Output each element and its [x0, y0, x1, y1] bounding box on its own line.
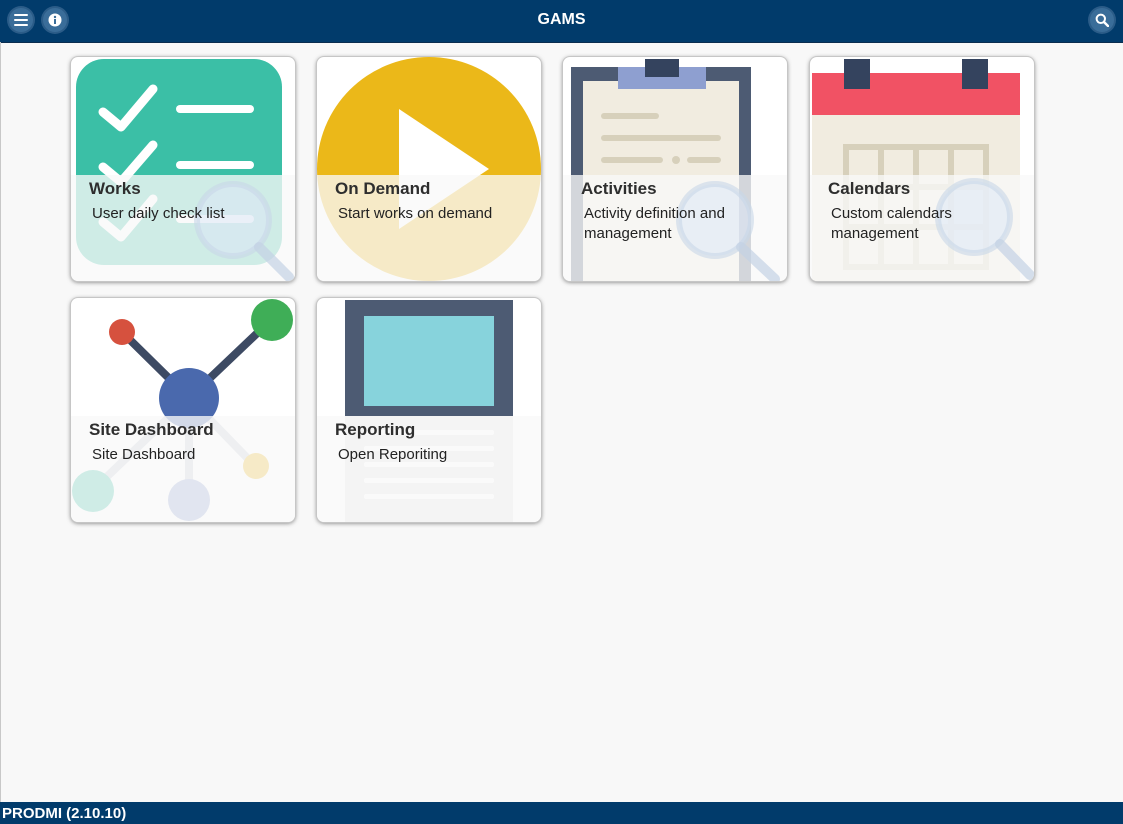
status-bar: PRODMI (2.10.10) [0, 802, 1123, 824]
tile-calendars[interactable]: Calendars Custom calendars management [810, 57, 1034, 281]
tile-title: Site Dashboard [89, 420, 214, 439]
tile-title: On Demand [335, 179, 431, 198]
version-label: PRODMI (2.10.10) [2, 805, 127, 822]
tile-on-demand[interactable]: On Demand Start works on demand [317, 57, 541, 281]
magnifier-icon [676, 181, 780, 281]
search-icon [1095, 13, 1109, 27]
tile-subtitle: Activity definition and management [584, 205, 725, 242]
tile-subtitle: Site Dashboard [92, 446, 196, 463]
tile-subtitle: Custom calendars management [831, 205, 952, 242]
magnifier-icon [194, 181, 294, 281]
tile-title: Reporting [335, 420, 416, 439]
tile-subtitle: Open Reporiting [338, 446, 448, 463]
tile-works[interactable]: Works User daily check list [71, 57, 295, 281]
tile-activities[interactable]: Activities Activity definition and manag… [563, 57, 787, 281]
search-button[interactable] [1090, 8, 1114, 32]
tile-subtitle: Start works on demand [338, 205, 493, 222]
tile-title: Activities [581, 179, 657, 198]
magnifier-icon [935, 178, 1034, 280]
tile-site-dashboard[interactable]: Site Dashboard Site Dashboard [71, 298, 295, 522]
tile-title: Works [89, 179, 141, 198]
tile-reporting[interactable]: Reporting Open Reporiting [317, 298, 541, 522]
top-bar: GAMS [0, 0, 1123, 43]
tile-subtitle: User daily check list [92, 205, 225, 222]
window-edge [0, 42, 1, 802]
tile-title: Calendars [828, 179, 911, 198]
app-title: GAMS [537, 11, 586, 28]
